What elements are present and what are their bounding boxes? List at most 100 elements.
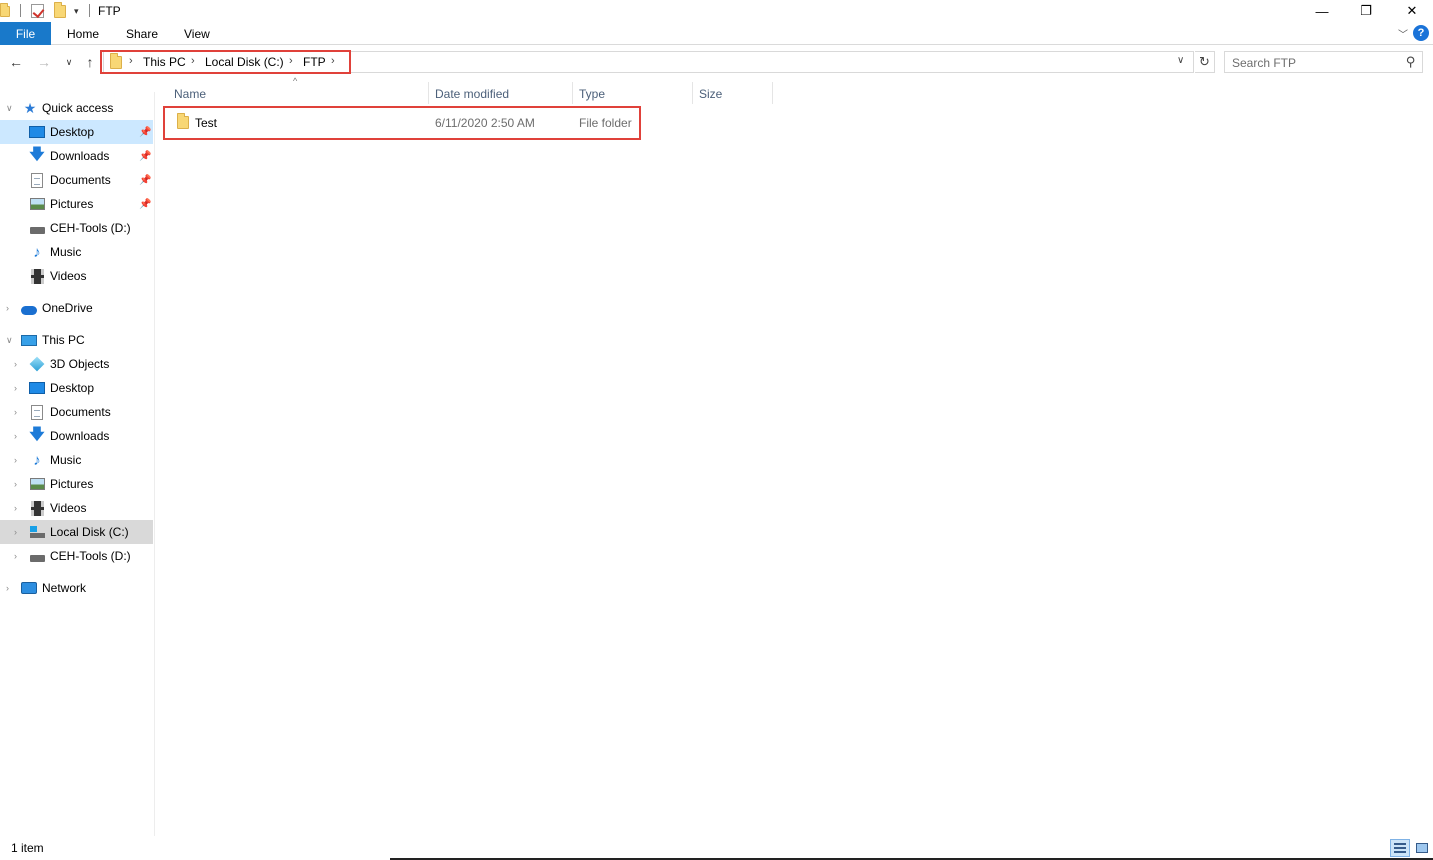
sidebar-item-label: Documents bbox=[50, 405, 111, 419]
column-divider[interactable] bbox=[572, 82, 573, 104]
sidebar-item-documents[interactable]: Documents 📌 bbox=[0, 168, 153, 192]
details-view-button[interactable] bbox=[1390, 839, 1410, 857]
refresh-icon[interactable]: ↻ bbox=[1195, 51, 1215, 73]
sidebar-item-label: Network bbox=[42, 581, 87, 595]
forward-arrow-icon[interactable]: → bbox=[36, 54, 52, 70]
toolbar-separator bbox=[89, 4, 90, 17]
expand-chevron-icon[interactable]: ∨ bbox=[6, 103, 13, 114]
collapse-chevron-icon[interactable]: › bbox=[14, 503, 17, 513]
breadcrumb-local-disk[interactable]: Local Disk (C:) bbox=[205, 55, 284, 69]
title-bar: ▾ FTP — ❐ ✕ bbox=[0, 0, 1433, 22]
close-button[interactable]: ✕ bbox=[1389, 0, 1433, 22]
restore-button[interactable]: ❐ bbox=[1343, 0, 1389, 22]
pin-icon[interactable]: 📌 bbox=[139, 127, 151, 138]
address-bar[interactable]: › This PC › Local Disk (C:) › FTP › ∨ bbox=[103, 51, 1194, 73]
collapse-chevron-icon[interactable]: › bbox=[14, 551, 17, 561]
search-placeholder: Search FTP bbox=[1232, 56, 1297, 70]
documents-icon bbox=[29, 404, 45, 420]
address-folder-icon bbox=[110, 53, 122, 72]
downloads-icon: 🡇 bbox=[29, 145, 45, 163]
collapse-chevron-icon[interactable]: › bbox=[6, 303, 9, 313]
sidebar-item-ceh-tools[interactable]: CEH-Tools (D:) bbox=[0, 216, 153, 240]
file-row[interactable] bbox=[165, 111, 639, 135]
sidebar-item-local-disk[interactable]: › Local Disk (C:) bbox=[0, 520, 153, 544]
sidebar-item-label: Pictures bbox=[50, 197, 94, 211]
large-icons-view-button[interactable] bbox=[1412, 839, 1432, 857]
sidebar-item-pc-desktop[interactable]: › Desktop bbox=[0, 376, 153, 400]
sidebar-item-label: Videos bbox=[50, 269, 87, 283]
customize-quick-access-icon[interactable]: ▾ bbox=[74, 3, 79, 19]
sidebar-item-music[interactable]: ♪ Music bbox=[0, 240, 153, 264]
tab-view[interactable]: View bbox=[184, 27, 210, 41]
help-icon[interactable]: ? bbox=[1413, 25, 1429, 41]
ribbon: File Home Share View ﹀ ? bbox=[0, 22, 1433, 45]
column-header-name[interactable]: Name bbox=[174, 87, 206, 109]
sidebar-item-label: Music bbox=[50, 453, 82, 467]
pin-icon[interactable]: 📌 bbox=[139, 199, 151, 210]
collapse-chevron-icon[interactable]: › bbox=[14, 431, 17, 441]
sidebar-item-label: Pictures bbox=[50, 477, 94, 491]
file-type: File folder bbox=[579, 116, 632, 130]
sidebar-item-quick-access[interactable]: ∨ ★ Quick access bbox=[0, 96, 153, 120]
collapse-chevron-icon[interactable]: › bbox=[14, 407, 17, 417]
sidebar-item-desktop[interactable]: Desktop 📌 bbox=[0, 120, 153, 144]
drive-icon bbox=[29, 548, 45, 564]
recent-locations-chevron-icon[interactable]: ∨ bbox=[61, 54, 77, 70]
sidebar-item-label: Desktop bbox=[50, 125, 95, 139]
sidebar-item-label: Videos bbox=[50, 501, 87, 515]
collapse-chevron-icon[interactable]: › bbox=[14, 527, 17, 537]
breadcrumb-chevron-icon[interactable]: › bbox=[129, 55, 133, 67]
breadcrumb-this-pc[interactable]: This PC bbox=[143, 55, 186, 69]
address-history-chevron-icon[interactable]: ∨ bbox=[1177, 55, 1184, 66]
sidebar-item-pictures[interactable]: Pictures 📌 bbox=[0, 192, 153, 216]
sidebar-item-videos[interactable]: Videos bbox=[0, 264, 153, 288]
breadcrumb-ftp[interactable]: FTP bbox=[303, 55, 326, 69]
column-divider[interactable] bbox=[692, 82, 693, 104]
sidebar-item-label: Music bbox=[50, 245, 82, 259]
sidebar-item-pc-videos[interactable]: › Videos bbox=[0, 496, 153, 520]
expand-chevron-icon[interactable]: ∨ bbox=[6, 335, 13, 346]
sidebar-item-downloads[interactable]: 🡇 Downloads 📌 bbox=[0, 144, 153, 168]
breadcrumb-chevron-icon[interactable]: › bbox=[191, 55, 195, 67]
back-arrow-icon[interactable]: ← bbox=[8, 54, 24, 70]
sidebar-item-3d-objects[interactable]: › 3D Objects bbox=[0, 352, 153, 376]
collapse-chevron-icon[interactable]: › bbox=[14, 359, 17, 369]
sidebar-item-network[interactable]: › Network bbox=[0, 576, 153, 600]
sidebar-item-pc-downloads[interactable]: › 🡇 Downloads bbox=[0, 424, 153, 448]
column-header-size[interactable]: Size bbox=[699, 87, 722, 109]
collapse-chevron-icon[interactable]: › bbox=[14, 455, 17, 465]
sidebar-item-pc-ceh-tools[interactable]: › CEH-Tools (D:) bbox=[0, 544, 153, 568]
search-input[interactable]: Search FTP ⚲ bbox=[1224, 51, 1423, 73]
pin-icon[interactable]: 📌 bbox=[139, 151, 151, 162]
collapse-chevron-icon[interactable]: › bbox=[14, 383, 17, 393]
expand-ribbon-chevron-icon[interactable]: ﹀ bbox=[1398, 26, 1408, 41]
properties-icon[interactable] bbox=[31, 3, 44, 19]
computer-icon bbox=[21, 332, 37, 348]
column-divider[interactable] bbox=[772, 82, 773, 104]
breadcrumb-chevron-icon[interactable]: › bbox=[331, 55, 335, 67]
navigation-bar: ← → ∨ ↑ › This PC › Local Disk (C:) › FT… bbox=[0, 46, 1433, 80]
file-name[interactable]: Test bbox=[195, 116, 217, 130]
pin-icon[interactable]: 📌 bbox=[139, 175, 151, 186]
sidebar-item-label: Downloads bbox=[50, 149, 110, 163]
new-folder-icon[interactable] bbox=[54, 1, 66, 19]
tab-home[interactable]: Home bbox=[67, 27, 99, 41]
breadcrumb-chevron-icon[interactable]: › bbox=[289, 55, 293, 67]
videos-icon bbox=[29, 268, 45, 284]
sidebar-item-this-pc[interactable]: ∨ This PC bbox=[0, 328, 153, 352]
sidebar-item-pc-music[interactable]: › ♪ Music bbox=[0, 448, 153, 472]
minimize-button[interactable]: — bbox=[1299, 0, 1345, 22]
collapse-chevron-icon[interactable]: › bbox=[6, 583, 9, 593]
tab-share[interactable]: Share bbox=[126, 27, 158, 41]
sidebar-item-pc-pictures[interactable]: › Pictures bbox=[0, 472, 153, 496]
column-divider[interactable] bbox=[428, 82, 429, 104]
up-arrow-icon[interactable]: ↑ bbox=[82, 54, 98, 70]
column-header-date-modified[interactable]: Date modified bbox=[435, 87, 509, 109]
column-header-type[interactable]: Type bbox=[579, 87, 605, 109]
search-icon[interactable]: ⚲ bbox=[1406, 54, 1416, 70]
sidebar-item-onedrive[interactable]: › OneDrive bbox=[0, 296, 153, 320]
sidebar-item-pc-documents[interactable]: › Documents bbox=[0, 400, 153, 424]
collapse-chevron-icon[interactable]: › bbox=[14, 479, 17, 489]
sidebar-item-label: Quick access bbox=[42, 101, 114, 115]
tab-file[interactable]: File bbox=[0, 22, 51, 45]
